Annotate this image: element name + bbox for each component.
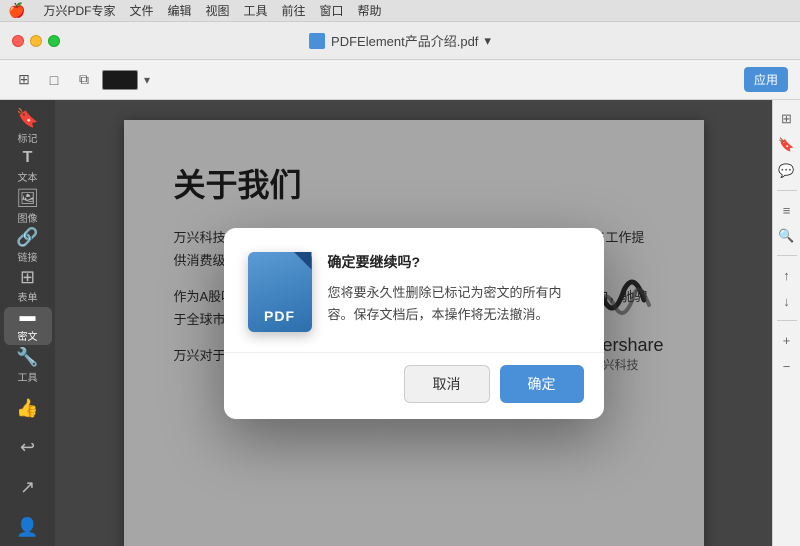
sidebar-item-table[interactable]: ⊞ 表单 <box>4 267 52 305</box>
sidebar-item-back[interactable]: ↩ <box>4 429 52 467</box>
cancel-button[interactable]: 取消 <box>404 365 490 403</box>
modal-footer: 取消 确定 <box>224 352 604 419</box>
sidebar-item-bookmark[interactable]: 🔖 标记 <box>4 108 52 146</box>
modal-content: 确定要继续吗? 您将要永久性删除已标记为密文的所有内容。保存文档后，本操作将无法… <box>328 252 580 332</box>
modal-pdf-label: PDF <box>264 308 295 324</box>
menu-item-window[interactable]: 窗口 <box>320 2 344 19</box>
right-divider-3 <box>777 320 797 321</box>
modal-message: 您将要永久性删除已标记为密文的所有内容。保存文档后，本操作将无法撤消。 <box>328 282 580 326</box>
toolbar-left: ⊞ □ ⧉ ▾ <box>12 68 150 92</box>
window-title: PDFElement产品介绍.pdf <box>331 31 478 50</box>
sidebar-label-tools: 工具 <box>18 369 38 384</box>
main-window: PDFElement产品介绍.pdf ▾ ⊞ □ ⧉ ▾ 应用 🔖 标记 T 文… <box>0 22 800 546</box>
image-icon: 🖼 <box>16 189 39 207</box>
toolbar-icon-2[interactable]: □ <box>42 68 66 92</box>
window-title-area: PDFElement产品介绍.pdf ▾ <box>309 31 491 50</box>
dropdown-arrow[interactable]: ▾ <box>144 73 150 87</box>
menu-item-tools[interactable]: 工具 <box>244 2 268 19</box>
back-icon: ↩ <box>20 438 35 456</box>
toolbar: ⊞ □ ⧉ ▾ 应用 <box>0 60 800 100</box>
menu-bar: 🍎 万兴PDF专家 文件 编辑 视图 工具 前往 窗口 帮助 <box>0 0 800 22</box>
right-icon-comment[interactable]: 💬 <box>776 160 798 182</box>
text-icon: T <box>23 150 33 166</box>
modal-title: 确定要继续吗? <box>328 252 580 272</box>
modal-overlay: PDF 确定要继续吗? 您将要永久性删除已标记为密文的所有内容。保存文档后，本操… <box>55 100 772 546</box>
apply-button[interactable]: 应用 <box>744 67 788 92</box>
sidebar-label-link: 链接 <box>18 249 38 264</box>
sidebar-right: ⊞ 🔖 💬 ≡ 🔍 ↑ ↓ + − <box>772 100 800 546</box>
maximize-button[interactable] <box>48 35 60 47</box>
right-icon-menu[interactable]: ≡ <box>776 199 798 221</box>
toolbar-icon-3[interactable]: ⧉ <box>72 68 96 92</box>
menu-item-navigate[interactable]: 前往 <box>282 2 306 19</box>
user-icon: 👤 <box>16 518 38 536</box>
export-icon: ↗ <box>20 478 35 496</box>
sidebar-label-image: 图像 <box>18 210 38 225</box>
right-icon-search[interactable]: 🔍 <box>776 225 798 247</box>
right-icon-zoom-in[interactable]: + <box>776 329 798 351</box>
tools-icon: 🔧 <box>16 348 38 366</box>
sidebar-label-text: 文本 <box>18 169 38 184</box>
sidebar-left: 🔖 标记 T 文本 🖼 图像 🔗 链接 ⊞ 表单 ▬ 密文 <box>0 100 55 546</box>
title-bar: PDFElement产品介绍.pdf ▾ <box>0 22 800 60</box>
like-icon: 👍 <box>16 399 38 417</box>
minimize-button[interactable] <box>30 35 42 47</box>
right-icon-bookmark[interactable]: 🔖 <box>776 134 798 156</box>
sidebar-item-link[interactable]: 🔗 链接 <box>4 227 52 265</box>
modal-dialog: PDF 确定要继续吗? 您将要永久性删除已标记为密文的所有内容。保存文档后，本操… <box>224 228 604 419</box>
bookmark-icon: 🔖 <box>16 109 38 127</box>
menu-item-view[interactable]: 视图 <box>205 2 229 19</box>
color-swatch[interactable] <box>102 70 138 90</box>
sidebar-item-text[interactable]: T 文本 <box>4 148 52 186</box>
sidebar-item-like[interactable]: 👍 <box>4 389 52 427</box>
sidebar-label-bookmark: 标记 <box>18 130 38 145</box>
modal-body: PDF 确定要继续吗? 您将要永久性删除已标记为密文的所有内容。保存文档后，本操… <box>224 228 604 352</box>
toolbar-icon-1[interactable]: ⊞ <box>12 68 36 92</box>
sidebar-item-tools[interactable]: 🔧 工具 <box>4 347 52 385</box>
close-button[interactable] <box>12 35 24 47</box>
right-divider-1 <box>777 190 797 191</box>
menu-item-file[interactable]: 文件 <box>129 2 153 19</box>
modal-icon-area: PDF <box>248 252 312 332</box>
menu-item-help[interactable]: 帮助 <box>358 2 382 19</box>
right-divider-2 <box>777 255 797 256</box>
right-icon-page-down[interactable]: ↓ <box>776 290 798 312</box>
confirm-button[interactable]: 确定 <box>500 365 584 403</box>
modal-pdf-icon: PDF <box>248 252 312 332</box>
sidebar-label-table: 表单 <box>18 289 38 304</box>
sidebar-item-export[interactable]: ↗ <box>4 468 52 506</box>
sidebar-item-redact[interactable]: ▬ 密文 <box>4 307 52 345</box>
menu-item-edit[interactable]: 编辑 <box>167 2 191 19</box>
right-icon-page-up[interactable]: ↑ <box>776 264 798 286</box>
sidebar-item-user[interactable]: 👤 <box>4 508 52 546</box>
right-icon-zoom-out[interactable]: − <box>776 355 798 377</box>
content-area: 关于我们 万兴科技(300624.SZ)是国内A股上市的智慧科技企业，我们为人们… <box>55 100 772 546</box>
apple-logo[interactable]: 🍎 <box>8 2 25 19</box>
redact-icon: ▬ <box>20 309 36 325</box>
link-icon: 🔗 <box>16 228 38 246</box>
file-icon <box>309 33 325 49</box>
title-chevron[interactable]: ▾ <box>484 33 491 49</box>
sidebar-item-image[interactable]: 🖼 图像 <box>4 188 52 226</box>
traffic-lights <box>12 35 60 47</box>
sidebar-label-redact: 密文 <box>18 328 38 343</box>
toolbar-right: 应用 <box>744 67 788 92</box>
main-layout: 🔖 标记 T 文本 🖼 图像 🔗 链接 ⊞ 表单 ▬ 密文 <box>0 100 800 546</box>
table-icon: ⊞ <box>20 268 35 286</box>
menu-item-app[interactable]: 万兴PDF专家 <box>43 2 115 19</box>
right-icon-pages[interactable]: ⊞ <box>776 108 798 130</box>
